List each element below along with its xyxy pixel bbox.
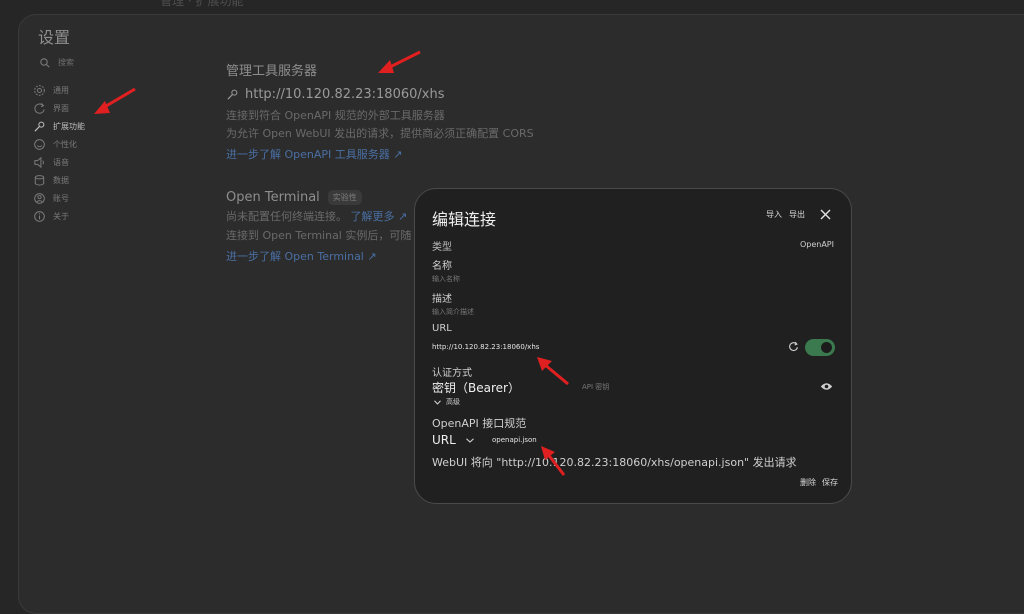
import-button[interactable]: 导入 — [766, 209, 782, 220]
settings-title: 设置 — [38, 28, 71, 47]
refresh-icon — [34, 102, 45, 114]
url-label: URL — [432, 323, 452, 334]
dialog-header-actions: 导入 导出 — [766, 209, 831, 220]
tool-server-url: http://10.120.82.23:18060/xhs — [245, 87, 445, 102]
settings-nav: 通用 界面 扩展功能 个性化 语音 数据 账号 关于 — [33, 81, 85, 225]
spec-mode-select[interactable]: URL — [432, 433, 474, 447]
tool-server-row[interactable]: http://10.120.82.23:18060/xhs — [226, 87, 606, 102]
breadcrumb-partial: 管理 · 扩展功能 — [160, 0, 244, 8]
nav-label: 账号 — [53, 193, 69, 203]
speaker-icon — [34, 156, 44, 168]
api-key-input[interactable]: API 密钥 — [582, 382, 609, 392]
description-label: 描述 — [432, 294, 452, 305]
nav-label: 个性化 — [53, 139, 77, 149]
nav-label: 关于 — [53, 211, 69, 221]
smile-icon — [34, 138, 45, 150]
request-note: WebUI 将向 "http://10.120.82.23:18060/xhs/… — [432, 456, 797, 469]
gear-icon — [34, 84, 45, 96]
nav-item-personalization[interactable]: 个性化 — [33, 135, 85, 153]
refresh-icon[interactable] — [788, 341, 799, 352]
nav-item-interface[interactable]: 界面 — [33, 99, 85, 117]
advanced-label: 高级 — [446, 398, 460, 406]
connection-enabled-toggle[interactable] — [805, 339, 835, 356]
edit-connection-dialog: 编辑连接 导入 导出 类型 OpenAPI 名称 输入名称 描述 输入简介描述 … — [414, 188, 852, 504]
nav-item-about[interactable]: 关于 — [33, 207, 85, 225]
advanced-toggle[interactable]: 高级 — [434, 397, 460, 407]
open-terminal-title: Open Terminal — [226, 190, 320, 205]
nav-item-audio[interactable]: 语音 — [33, 153, 85, 171]
nav-item-general[interactable]: 通用 — [33, 81, 85, 99]
export-button[interactable]: 导出 — [789, 209, 805, 220]
type-label: 类型 — [432, 242, 452, 253]
nav-label: 通用 — [53, 85, 69, 95]
name-label: 名称 — [432, 261, 452, 272]
tool-server-desc1: 连接到符合 OpenAPI 规范的外部工具服务器 — [226, 109, 445, 122]
name-input[interactable]: 输入名称 — [432, 274, 460, 284]
type-select[interactable]: OpenAPI — [800, 240, 834, 249]
search-icon — [40, 57, 50, 68]
nav-label: 数据 — [53, 175, 69, 185]
nav-label: 扩展功能 — [53, 121, 85, 131]
nav-item-data[interactable]: 数据 — [33, 171, 85, 189]
tool-server-learn-more-link[interactable]: 进一步了解 OpenAPI 工具服务器 ↗ — [226, 146, 606, 162]
settings-search[interactable]: 搜索 — [40, 57, 74, 68]
wrench-icon — [227, 89, 238, 100]
delete-button[interactable]: 删除 — [800, 477, 816, 488]
nav-label: 界面 — [53, 103, 69, 113]
chevron-down-icon — [434, 399, 441, 405]
nav-item-extensions[interactable]: 扩展功能 — [33, 117, 85, 135]
tool-server-title: 管理工具服务器 — [226, 64, 318, 79]
wrench-icon — [34, 121, 45, 132]
spec-path-input[interactable]: openapi.json — [492, 436, 537, 444]
dialog-title: 编辑连接 — [432, 210, 497, 229]
spec-mode-value: URL — [432, 433, 456, 447]
save-button[interactable]: 保存 — [822, 477, 838, 488]
nav-label: 语音 — [53, 157, 69, 167]
info-icon — [34, 210, 45, 222]
nav-item-account[interactable]: 账号 — [33, 189, 85, 207]
close-icon[interactable] — [820, 209, 831, 220]
open-terminal-learn-more-inline[interactable]: 了解更多 ↗ — [351, 210, 408, 223]
toggle-knob — [821, 342, 832, 353]
url-input[interactable]: http://10.120.82.23:18060/xhs — [432, 343, 539, 351]
open-terminal-desc1: 尚未配置任何终端连接。 — [226, 210, 347, 223]
search-input[interactable]: 搜索 — [58, 57, 74, 68]
dialog-footer-actions: 删除 保存 — [800, 477, 838, 488]
auth-type-select[interactable]: 密钥（Bearer） — [432, 379, 520, 396]
eye-icon[interactable] — [820, 381, 833, 392]
chevron-down-icon — [465, 437, 474, 443]
auth-label: 认证方式 — [432, 368, 472, 379]
user-icon — [34, 192, 45, 204]
tool-server-desc2: 为允许 Open WebUI 发出的请求，提供商必须正确配置 CORS — [226, 127, 534, 140]
experimental-badge: 实验性 — [327, 190, 362, 205]
database-icon — [34, 174, 45, 186]
openapi-spec-label: OpenAPI 接口规范 — [432, 417, 527, 430]
description-input[interactable]: 输入简介描述 — [432, 307, 474, 317]
